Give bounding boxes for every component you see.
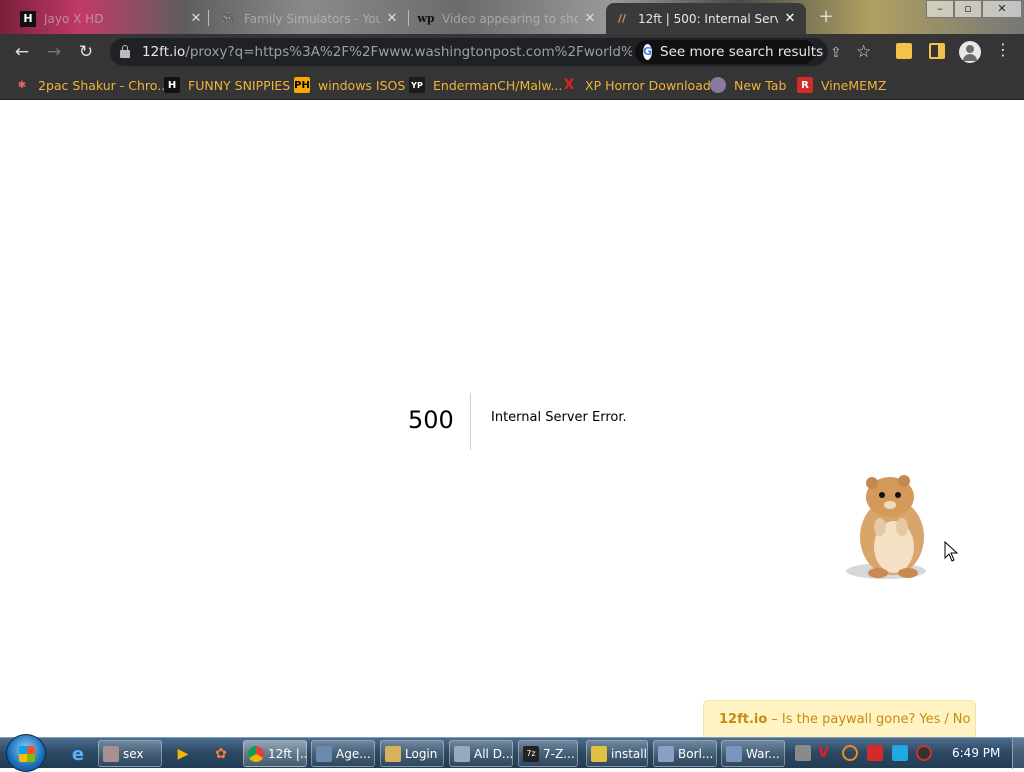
globe-icon [710, 77, 726, 93]
taskbar-item[interactable]: Login [380, 740, 444, 767]
media-player-icon[interactable]: ▶ [168, 741, 198, 767]
tray-icon[interactable] [795, 745, 811, 761]
warning-app-icon [726, 745, 742, 762]
new-tab-button[interactable]: + [815, 6, 837, 28]
taskbar-item[interactable]: sex [98, 740, 162, 767]
windows-taskbar: e sex ▶ ✿ 12ft |... Age... Login All D..… [0, 734, 1024, 772]
monitor-tray-icon[interactable] [892, 745, 908, 761]
side-panel-icon[interactable] [929, 43, 945, 59]
r-icon: R [797, 77, 813, 93]
tab-2[interactable]: 🎮 Family Simulators - You ✕ [212, 3, 408, 34]
12ft-favicon-icon: // [617, 12, 627, 25]
7zip-icon: 7z [523, 745, 539, 762]
bookmark-item[interactable]: ✱ 2pac Shakur - Chro... [14, 75, 169, 95]
taskbar-item[interactable]: Borl... [653, 740, 717, 767]
puzzle-icon: ✱ [17, 79, 27, 91]
x-icon: X [563, 77, 575, 93]
installer-icon [591, 745, 607, 762]
error-message: Internal Server Error. [491, 410, 627, 425]
tab-title: 12ft | 500: Internal Serve [638, 11, 778, 26]
yp-icon: YP [409, 77, 425, 93]
tab-separator [208, 10, 209, 26]
start-button[interactable] [6, 734, 46, 772]
h-icon: H [164, 77, 180, 93]
bookmark-star-icon[interactable]: ☆ [856, 42, 871, 62]
tab-1[interactable]: H Jayo X HD ✕ [12, 3, 212, 34]
app-launcher-icon[interactable]: ✿ [206, 741, 236, 767]
flag-tray-icon[interactable] [867, 745, 883, 761]
close-tab-icon[interactable]: ✕ [782, 11, 798, 27]
profile-avatar[interactable] [959, 41, 981, 63]
minimize-button[interactable]: – [926, 0, 954, 18]
paywall-brand: 12ft.io [719, 711, 768, 727]
taskbar-item[interactable]: install [586, 740, 648, 767]
internet-explorer-icon[interactable]: e [63, 741, 93, 767]
tab-title: Video appearing to sho [442, 11, 578, 26]
bookmark-item[interactable]: PH windows ISOS [294, 75, 405, 95]
v-tray-icon[interactable]: V [818, 745, 834, 761]
show-desktop-button[interactable] [1012, 738, 1024, 769]
error-divider [470, 393, 471, 450]
taskbar-item[interactable]: War... [721, 740, 785, 767]
h-favicon-icon: H [20, 10, 36, 27]
tab-separator [408, 10, 409, 26]
taskbar-item[interactable]: All D... [449, 740, 513, 767]
chrome-icon [248, 745, 264, 762]
paywall-no-link[interactable]: No [953, 712, 971, 727]
taskbar-clock[interactable]: 6:49 PM [952, 746, 1000, 760]
paywall-slash: / [944, 711, 949, 727]
user-icon [385, 745, 401, 762]
lock-icon[interactable] [120, 45, 130, 58]
tab-title: Family Simulators - You [244, 11, 380, 26]
close-tab-icon[interactable]: ✕ [188, 11, 204, 27]
google-icon: G [643, 44, 653, 60]
bookmarks-bar: ✱ 2pac Shakur - Chro... H FUNNY SNIPPIES… [0, 70, 1024, 100]
tab-3[interactable]: wp Video appearing to sho ✕ [410, 3, 606, 34]
close-tab-icon[interactable]: ✕ [582, 11, 598, 27]
close-tab-icon[interactable]: ✕ [384, 11, 400, 27]
share-icon[interactable]: ⇪ [830, 45, 842, 61]
washington-post-icon: wp [417, 12, 435, 25]
extensions-puzzle-icon[interactable] [896, 43, 912, 59]
menu-kebab-icon[interactable]: ⋮ [995, 40, 1011, 59]
mouse-cursor-icon [944, 541, 959, 562]
app-icon [103, 745, 119, 762]
close-window-button[interactable]: ✕ [982, 0, 1022, 18]
see-more-search-results-chip[interactable]: G See more search results [635, 40, 823, 64]
back-button[interactable]: ← [10, 40, 34, 64]
tab-strip: H Jayo X HD ✕ 🎮 Family Simulators - You … [0, 0, 1024, 34]
bookmark-item[interactable]: R VineMEMZ [797, 75, 886, 95]
gamepad-icon: 🎮 [221, 12, 235, 25]
taskbar-item[interactable]: 7z 7-Z... [518, 740, 578, 767]
tab-title: Jayo X HD [44, 11, 104, 26]
taskbar-item-chrome[interactable]: 12ft |... [243, 740, 307, 767]
reload-button[interactable]: ↻ [74, 40, 98, 64]
url-text[interactable]: 12ft.io/proxy?q=https%3A%2F%2Fwww.washin… [142, 44, 632, 60]
bookmark-item[interactable]: YP EndermanCH/Malw... [409, 75, 562, 95]
paywall-question: – Is the paywall gone? [771, 711, 916, 727]
tab-active[interactable]: // 12ft | 500: Internal Serve ✕ [606, 3, 806, 34]
page-content: 500 Internal Server Error. 12ft.io – Is … [0, 101, 1024, 738]
paywall-feedback-banner: 12ft.io – Is the paywall gone? Yes / No [703, 700, 976, 738]
search-tray-icon[interactable] [842, 745, 858, 761]
forward-button[interactable]: → [42, 40, 66, 64]
ph-icon: PH [294, 77, 310, 93]
volume-tray-icon[interactable] [916, 745, 932, 761]
bookmark-item[interactable]: New Tab [710, 75, 786, 95]
window-icon [316, 745, 332, 762]
window-icon [454, 745, 470, 762]
error-code: 500 [408, 406, 454, 434]
bookmark-item[interactable]: X XP Horror Download [561, 75, 711, 95]
borland-icon [658, 745, 674, 762]
browser-toolbar: ← → ↻ 12ft.io/proxy?q=https%3A%2F%2Fwww.… [0, 34, 1024, 70]
maximize-button[interactable]: ▫ [954, 0, 982, 18]
hamster-image [846, 475, 926, 579]
bookmark-item[interactable]: H FUNNY SNIPPIES [164, 75, 290, 95]
taskbar-item[interactable]: Age... [311, 740, 375, 767]
paywall-yes-link[interactable]: Yes [919, 712, 940, 727]
address-bar[interactable]: 12ft.io/proxy?q=https%3A%2F%2Fwww.washin… [110, 38, 871, 66]
